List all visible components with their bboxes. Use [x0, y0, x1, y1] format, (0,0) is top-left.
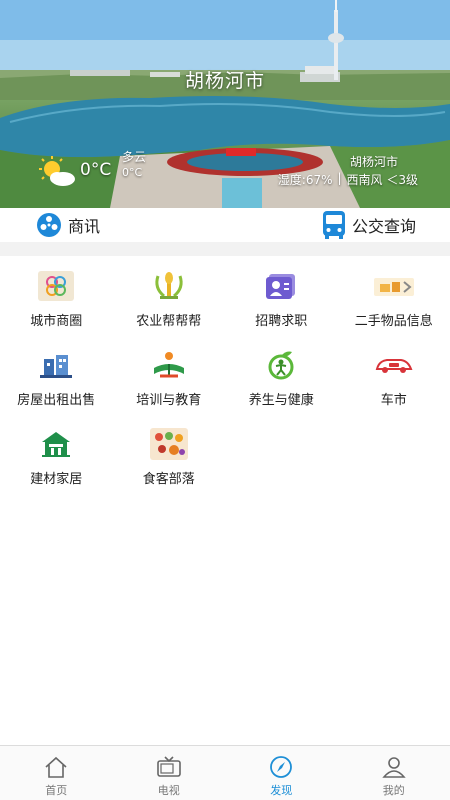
- secondhand-icon: [373, 268, 414, 304]
- bus-query-button[interactable]: 公交查询: [322, 210, 416, 240]
- category-label: 二手物品信息: [354, 314, 433, 329]
- category-education[interactable]: 培训与教育: [113, 347, 226, 410]
- bus-icon: [322, 211, 345, 239]
- health-icon: [261, 347, 301, 383]
- quick-links-bar: 商讯 公交查询: [0, 208, 450, 242]
- weather-humidity: 湿度:67%: [277, 173, 333, 187]
- tab-label: 发现: [270, 784, 293, 797]
- weather-separator: |: [337, 171, 342, 185]
- tv-icon: [156, 756, 181, 777]
- tab-mine[interactable]: 我的: [338, 746, 450, 800]
- category-label: 车市: [380, 393, 407, 408]
- category-health[interactable]: 养生与健康: [225, 347, 338, 410]
- weather-wind: 西南风 ＜3级: [346, 173, 418, 187]
- category-label: 建材家居: [30, 472, 83, 487]
- building-materials-icon: [36, 426, 76, 462]
- compass-icon: [270, 756, 293, 778]
- tab-home[interactable]: 首页: [0, 746, 113, 800]
- recruitment-icon: [261, 268, 301, 304]
- weather-city: 胡杨河市: [349, 155, 398, 169]
- category-secondhand[interactable]: 二手物品信息: [338, 268, 450, 331]
- user-icon: [382, 757, 406, 778]
- category-food[interactable]: 食客部落: [113, 426, 226, 489]
- category-agriculture[interactable]: 农业帮帮帮: [113, 268, 226, 331]
- category-label: 城市商圈: [30, 314, 83, 329]
- category-label: 培训与教育: [136, 393, 202, 408]
- category-label: 招聘求职: [255, 314, 308, 329]
- weather-condition: 多云: [122, 150, 147, 164]
- weather-temperature: 0°C: [80, 160, 112, 180]
- city-title: 胡杨河市: [184, 70, 265, 92]
- category-label: 养生与健康: [248, 393, 314, 408]
- category-building-materials[interactable]: 建材家居: [0, 426, 113, 489]
- food-icon: [149, 426, 189, 462]
- tab-tv[interactable]: 电视: [113, 746, 226, 800]
- weather-condition-temperature: 0°C: [122, 166, 143, 179]
- section-divider: [0, 242, 450, 256]
- news-label: 商讯: [68, 217, 101, 236]
- weather-details: 湿度:67% | 西南风 ＜3级: [278, 171, 418, 188]
- category-car-market[interactable]: 车市: [338, 347, 450, 410]
- film-reel-icon: [37, 213, 61, 237]
- education-icon: [149, 347, 189, 383]
- category-label: 农业帮帮帮: [136, 314, 202, 329]
- hero-banner[interactable]: 胡杨河市 0°C 多云 0°C 胡杨河市 湿度:67% | 西南风 ＜3级: [0, 0, 450, 208]
- car-market-icon: [374, 347, 414, 383]
- category-city-business[interactable]: 城市商圈: [0, 268, 113, 331]
- tab-label: 我的: [382, 784, 405, 797]
- tab-label: 首页: [45, 784, 68, 797]
- category-recruitment[interactable]: 招聘求职: [225, 268, 338, 331]
- house-rental-icon: [36, 347, 76, 383]
- agriculture-icon: [149, 268, 189, 304]
- home-icon: [45, 756, 67, 778]
- news-button[interactable]: 商讯: [36, 212, 100, 238]
- category-house-rental[interactable]: 房屋出租出售: [0, 347, 113, 410]
- category-label: 食客部落: [142, 472, 195, 487]
- category-label: 房屋出租出售: [17, 393, 96, 408]
- bottom-navigation: 首页 电视 发现 我的: [0, 745, 450, 800]
- bus-query-label: 公交查询: [351, 217, 416, 236]
- tab-label: 电视: [157, 784, 180, 797]
- city-business-icon: [36, 268, 76, 304]
- category-grid: 城市商圈 农业帮帮帮 招聘求职 二手物品信息 房屋出租出售 培训与教育 养生与健…: [0, 268, 450, 489]
- partly-cloudy-icon: [39, 156, 75, 186]
- tab-discover[interactable]: 发现: [225, 746, 338, 800]
